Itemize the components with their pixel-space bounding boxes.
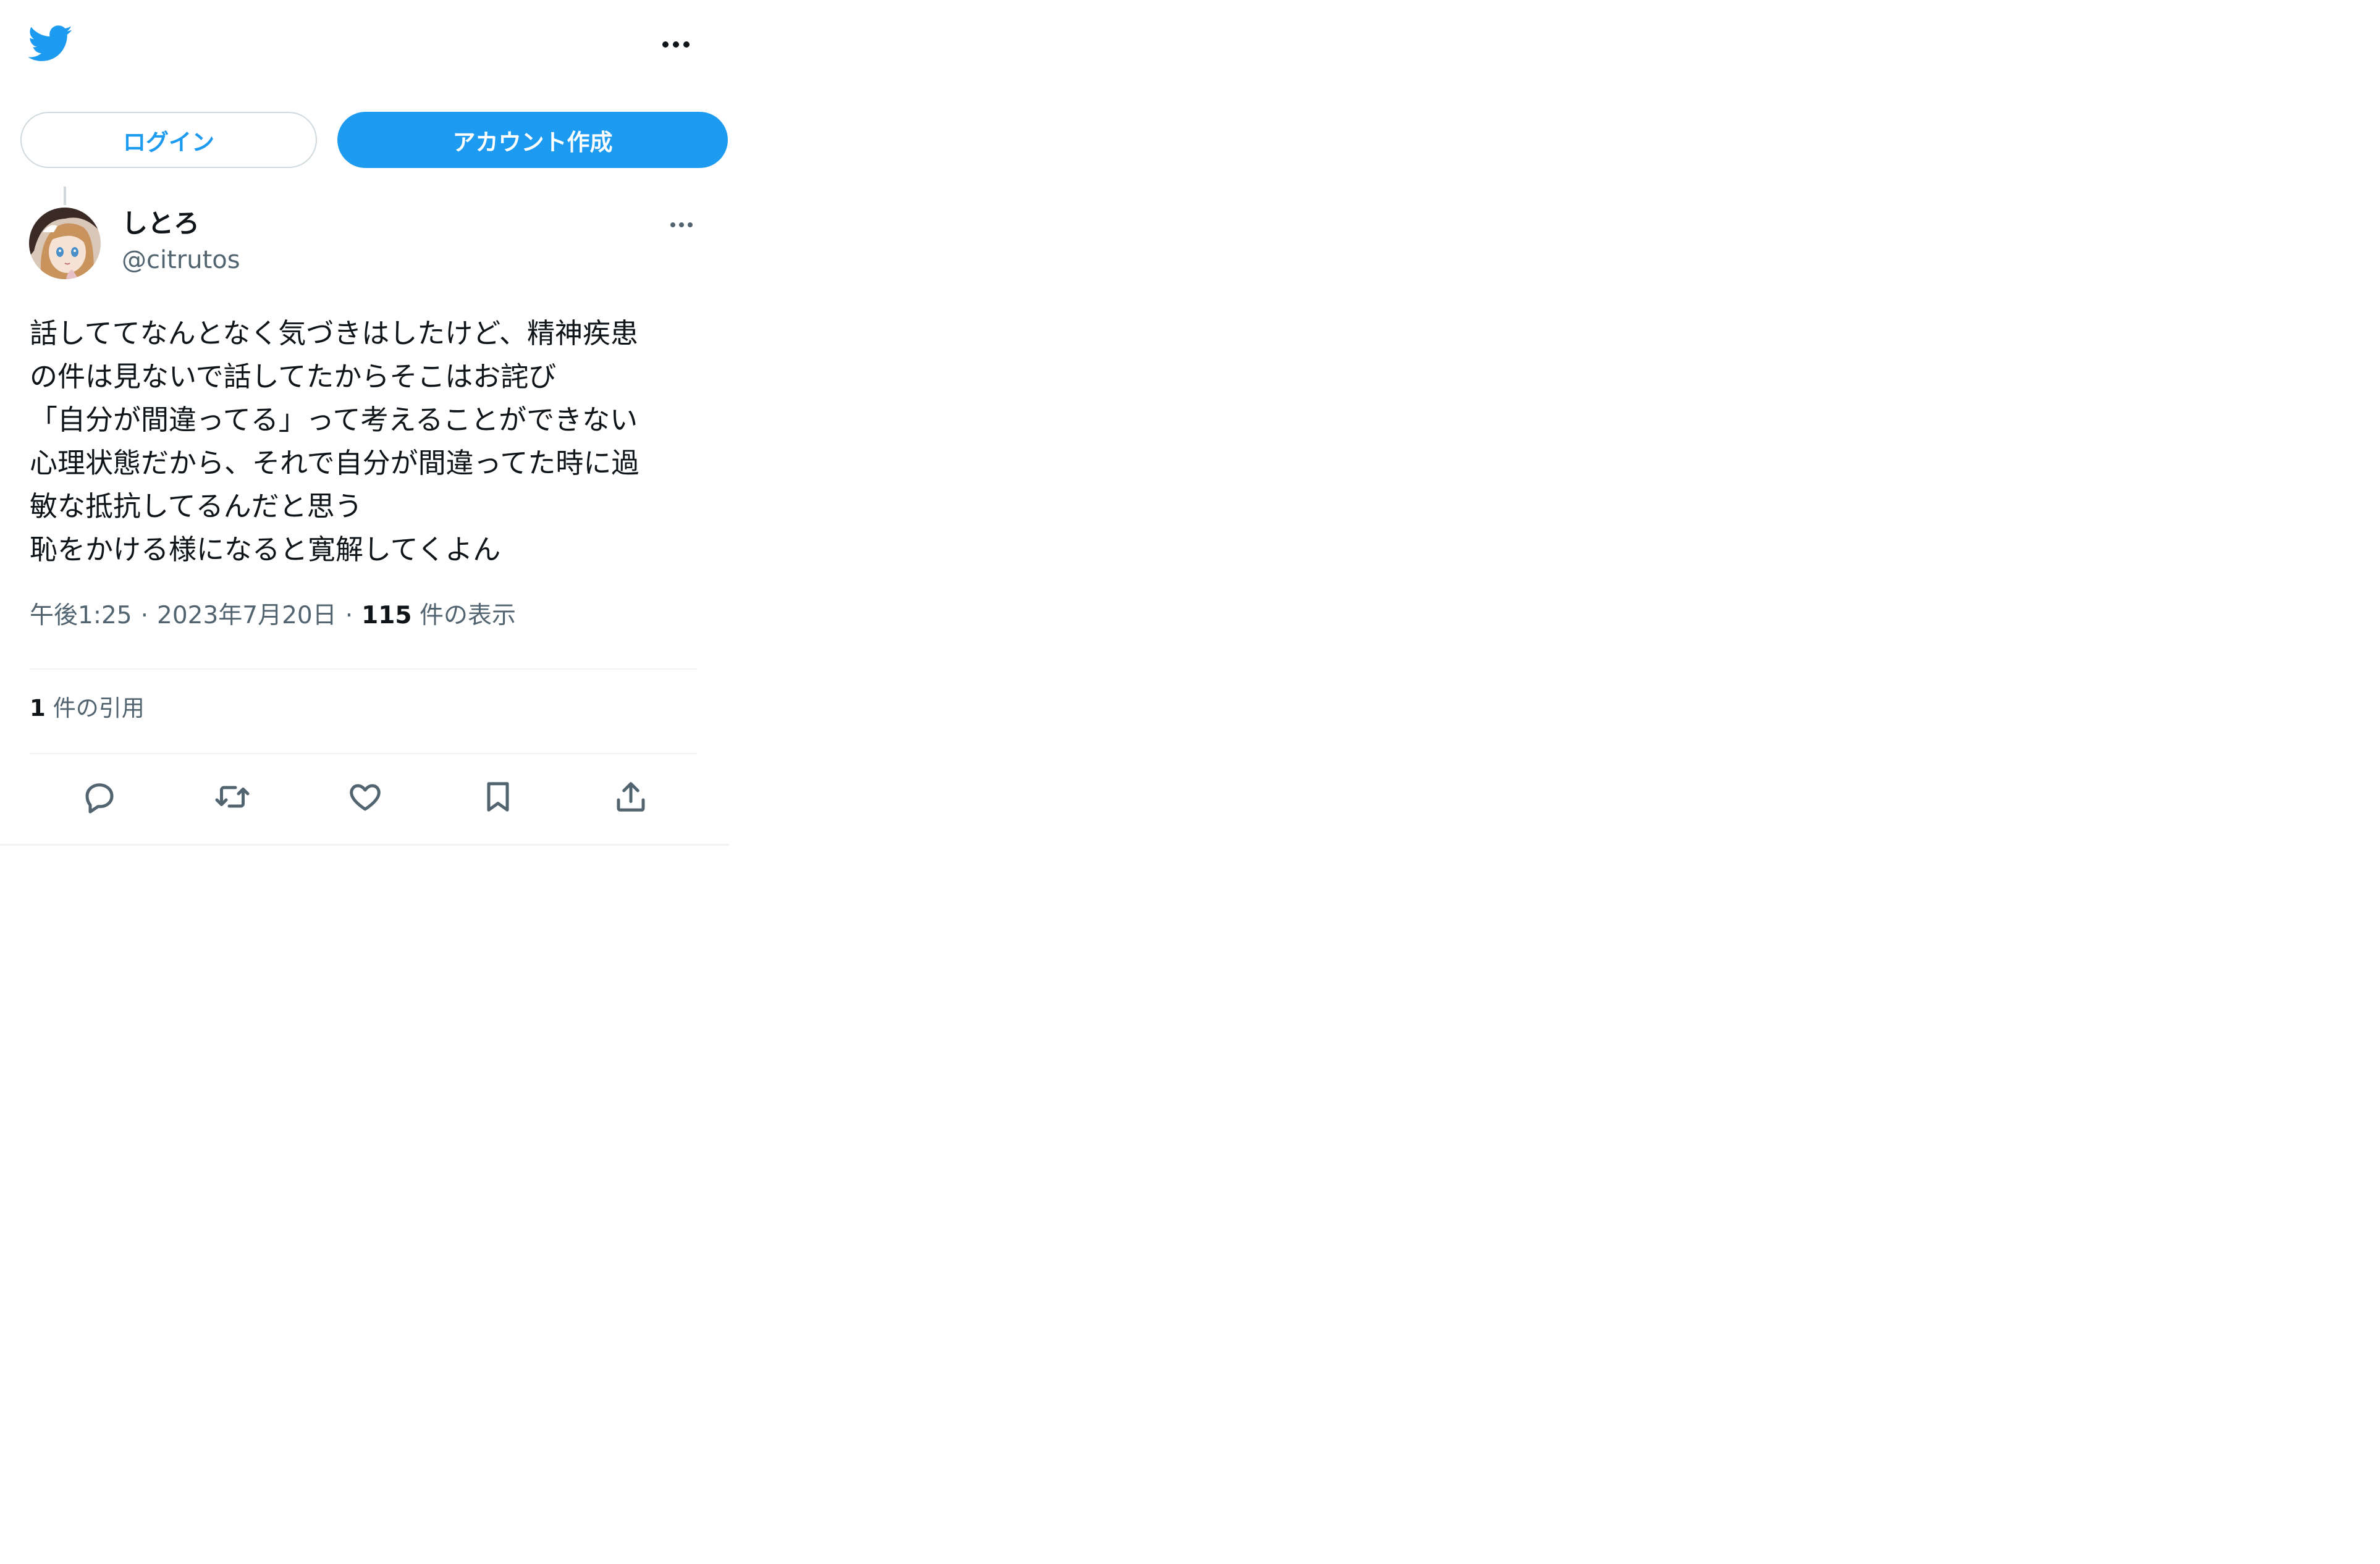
thread-connector-line: [64, 187, 66, 205]
tweet-page: ログイン アカウント作成 しとろ @citrutos 話しててなんとなく気づきは…: [0, 0, 729, 1564]
tweet-text-line: の件は見ないで話してたからそこはお詫び: [30, 360, 557, 393]
retweet-button[interactable]: [208, 772, 257, 822]
divider: [30, 753, 697, 754]
tweet-text-line: 「自分が間違ってる」って考えることができない: [30, 403, 638, 436]
reply-button[interactable]: [75, 772, 124, 822]
bookmark-icon: [487, 782, 509, 812]
share-icon: [617, 782, 645, 812]
tweet-more-button[interactable]: [664, 214, 699, 236]
quotes-label: 件の引用: [53, 695, 145, 721]
twitter-bird-icon[interactable]: [28, 25, 73, 63]
tweet-meta: 午後1:25 · 2023年7月20日 · 115 件の表示: [30, 599, 516, 633]
author-display-name[interactable]: しとろ: [122, 208, 200, 240]
meta-separator: ·: [345, 602, 353, 629]
more-horizontal-icon: [670, 222, 693, 227]
avatar[interactable]: [29, 208, 101, 279]
views-count: 115: [361, 602, 412, 629]
tweet-actions: [30, 772, 697, 828]
more-horizontal-icon: [662, 41, 690, 48]
top-bar: [0, 0, 729, 93]
auth-buttons: ログイン アカウント作成: [20, 112, 728, 168]
reply-icon: [85, 783, 114, 814]
signup-button[interactable]: アカウント作成: [337, 112, 728, 168]
author-handle[interactable]: @citrutos: [122, 245, 240, 275]
like-icon: [350, 784, 381, 811]
tweet-text-line: 話しててなんとなく気づきはしたけど、精神疾患: [30, 317, 639, 350]
views-label: 件の表示: [419, 602, 516, 629]
share-button[interactable]: [606, 772, 656, 822]
tweet-bottom-border: [0, 844, 729, 846]
tweet-text-line: 恥をかける様になると寛解してくよん: [30, 533, 501, 566]
quotes-count: 1: [30, 695, 46, 721]
login-button[interactable]: ログイン: [20, 112, 317, 168]
retweet-icon: [215, 786, 250, 808]
tweet-date[interactable]: 2023年7月20日: [157, 602, 337, 629]
tweet-text-line: 敏な抵抗してるんだと思う: [30, 490, 363, 523]
tweet-text: 話しててなんとなく気づきはしたけど、精神疾患 の件は見ないで話してたからそこはお…: [30, 312, 709, 571]
more-options-button[interactable]: [657, 32, 694, 57]
quote-count-link[interactable]: 1 件の引用: [30, 693, 145, 724]
tweet-text-line: 心理状態だから、それで自分が間違ってた時に過: [30, 447, 639, 479]
divider: [30, 668, 697, 670]
like-button[interactable]: [340, 772, 390, 822]
meta-separator: ·: [140, 602, 148, 629]
bookmark-button[interactable]: [473, 772, 523, 822]
tweet-time[interactable]: 午後1:25: [30, 602, 132, 629]
